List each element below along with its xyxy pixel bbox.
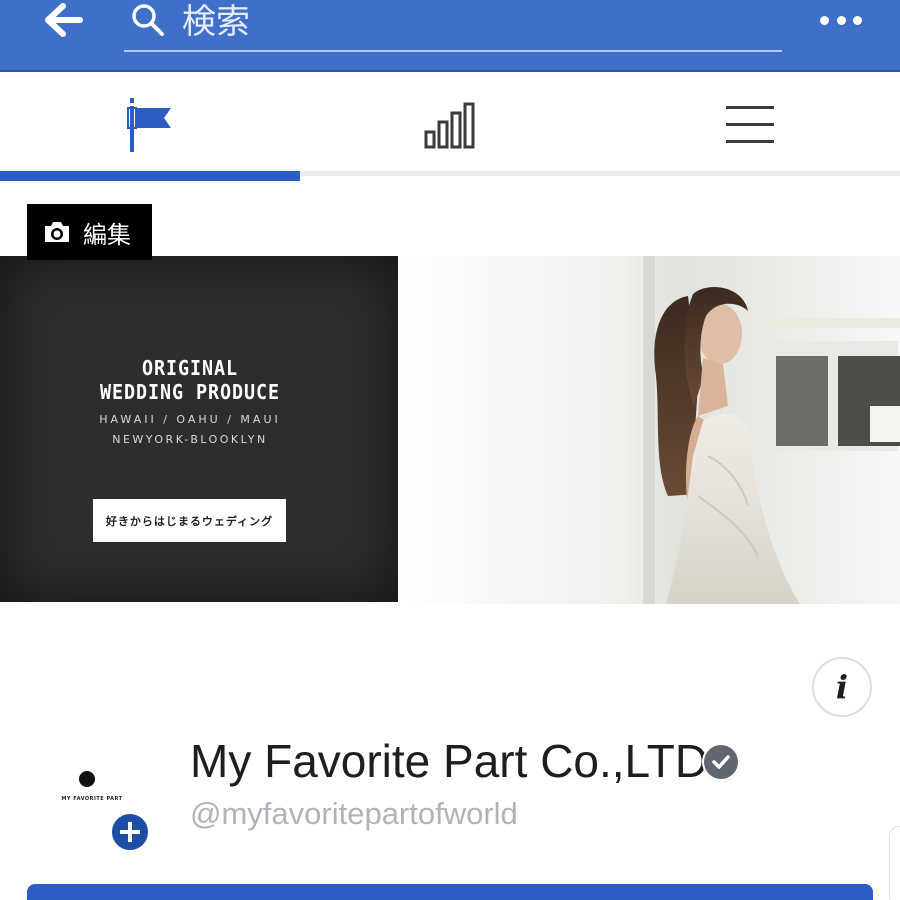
cover-locations-line2: NEWYORK-BLOOKLYN — [112, 433, 268, 446]
bride-photo — [398, 256, 900, 604]
back-arrow-icon — [45, 3, 83, 37]
tab-page[interactable] — [0, 74, 300, 181]
cover-graphic-panel: ORIGINAL WEDDING PRODUCE HAWAII / OAHU /… — [0, 256, 398, 602]
cover-locations-line1: HAWAII / OAHU / MAUI — [99, 413, 281, 426]
active-tab-indicator — [0, 171, 300, 181]
search-field[interactable] — [124, 0, 782, 52]
cover-photo-image — [398, 256, 900, 604]
search-input[interactable] — [182, 0, 762, 44]
edit-cover-button[interactable]: 編集 — [27, 204, 152, 260]
avatar-logo-mark — [79, 771, 95, 787]
page-title: My Favorite Part Co.,LTD. — [190, 735, 721, 787]
cover-headline-line1: ORIGINAL — [142, 356, 238, 380]
flag-icon — [127, 98, 171, 152]
top-search-bar — [0, 0, 900, 72]
tab-insights[interactable] — [300, 74, 600, 176]
info-icon: i — [835, 668, 849, 706]
floating-panel-edge — [889, 826, 900, 900]
cover-headline-line2: WEDDING PRODUCE — [100, 380, 280, 404]
avatar-logo-text: MY FAVORITE PART — [61, 796, 123, 802]
bar-chart-icon — [424, 102, 475, 149]
hamburger-menu-icon — [726, 106, 774, 143]
cover-cta-button[interactable]: 好きからはじまるウェディング — [93, 499, 286, 542]
back-button[interactable] — [36, 0, 90, 40]
verified-check-icon — [704, 745, 738, 779]
page-handle: @myfavoritepartofworld — [190, 796, 518, 831]
plus-icon — [120, 822, 140, 842]
add-profile-photo-button[interactable] — [110, 812, 150, 852]
page-tab-bar — [0, 74, 900, 181]
more-dots-icon — [820, 15, 829, 25]
edit-cover-label: 編集 — [83, 220, 131, 249]
cover-photo[interactable]: ORIGINAL WEDDING PRODUCE HAWAII / OAHU /… — [0, 256, 900, 604]
search-icon — [132, 4, 164, 36]
info-button[interactable]: i — [812, 657, 872, 717]
primary-action-button[interactable] — [27, 884, 873, 900]
camera-icon — [45, 222, 69, 242]
tab-menu[interactable] — [600, 74, 900, 176]
more-options-button[interactable] — [820, 8, 862, 32]
